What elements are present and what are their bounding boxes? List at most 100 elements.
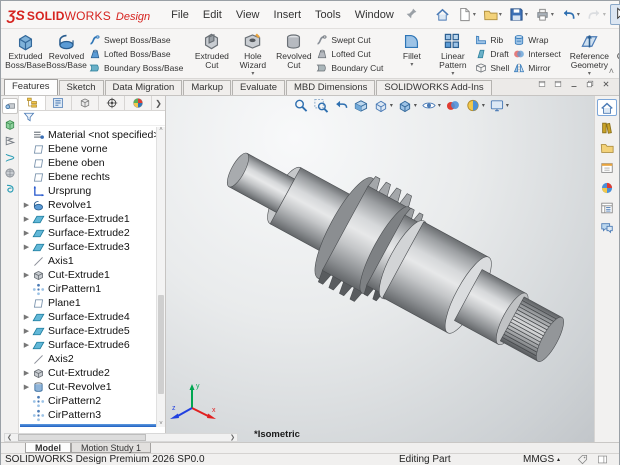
tree-item-surface-extrude2[interactable]: ▶Surface-Extrude2	[19, 226, 156, 240]
tree-item-cut-extrude1[interactable]: ▶Cut-Extrude1	[19, 268, 156, 282]
menu-tools[interactable]: Tools	[308, 5, 348, 25]
linear-pattern-button[interactable]: Linear Pattern▾	[432, 30, 473, 77]
model-3d-gear-shaft[interactable]	[166, 96, 594, 442]
tree-item-cirpattern2[interactable]: CirPattern2	[19, 394, 156, 408]
boundary-cut-button[interactable]: Boundary Cut	[316, 61, 383, 74]
reference-geometry-button[interactable]: Reference Geometry▾	[569, 30, 610, 77]
edit-appearance-button[interactable]	[445, 97, 462, 114]
tree-filter-button[interactable]	[23, 111, 35, 126]
draft-button[interactable]: Draft	[475, 47, 509, 60]
design-library-button[interactable]	[597, 119, 617, 136]
appearances-button[interactable]	[597, 179, 617, 196]
rollback-bar[interactable]	[20, 424, 164, 427]
expand-icon[interactable]: ▶	[21, 327, 32, 335]
select-cursor-button[interactable]: ▾	[610, 4, 620, 25]
expand-icon[interactable]: ▶	[21, 243, 32, 251]
tree-item-cirpattern3[interactable]: CirPattern3	[19, 408, 156, 422]
tree-item-cirpattern1[interactable]: CirPattern1	[19, 282, 156, 296]
scroll-left-icon[interactable]: ❮	[5, 434, 14, 441]
home-button[interactable]	[432, 4, 453, 25]
tab-data-migration[interactable]: Data Migration	[105, 80, 183, 95]
expand-icon[interactable]: ▶	[21, 341, 32, 349]
forum-button[interactable]	[597, 219, 617, 236]
tab-mbd-dimensions[interactable]: MBD Dimensions	[286, 80, 375, 95]
new-document-button[interactable]: ▾	[454, 4, 479, 25]
menu-window[interactable]: Window	[348, 5, 401, 25]
tab-sketch[interactable]: Sketch	[59, 80, 104, 95]
solid-part-button[interactable]	[2, 118, 18, 132]
scroll-right-icon[interactable]: ❯	[228, 434, 237, 441]
unit-system[interactable]: MMGS	[523, 454, 554, 465]
ribbon-collapse-button[interactable]: ˄	[609, 66, 614, 76]
zoom-fit-button[interactable]	[293, 97, 310, 114]
tree-horizontal-scrollbar[interactable]: ❮ ❯	[4, 433, 238, 442]
scrollbar-thumb[interactable]	[18, 434, 146, 441]
extruded-cut-button[interactable]: Extruded Cut	[191, 30, 232, 77]
hide-show-items-button[interactable]: ▾	[421, 97, 442, 114]
tab-motion-study-1[interactable]: Motion Study 1	[71, 443, 151, 453]
extruded-boss-base-button[interactable]: Extruded Boss/Base	[5, 30, 46, 77]
unit-system-dropdown-icon[interactable]: ▴	[557, 454, 560, 465]
tree-item-ebene-vorne[interactable]: Ebene vorne	[19, 142, 156, 156]
apply-scene-button[interactable]: ▾	[465, 97, 486, 114]
tab-overflow-button[interactable]: ❯	[152, 96, 165, 110]
menu-edit[interactable]: Edit	[196, 5, 229, 25]
tab-solidworks-add-ins[interactable]: SOLIDWORKS Add-Ins	[376, 80, 491, 95]
view-palette-button[interactable]	[597, 159, 617, 176]
dimxpert-tab[interactable]	[99, 96, 126, 110]
save-button[interactable]: ▾	[506, 4, 531, 25]
lofted-boss-base-button[interactable]: Lofted Boss/Base	[89, 47, 183, 60]
wrap-button[interactable]: Wrap	[513, 33, 561, 46]
expand-icon[interactable]: ▶	[21, 229, 32, 237]
revolved-cut-button[interactable]: Revolved Cut	[273, 30, 314, 77]
surface-flag-button[interactable]	[2, 134, 18, 148]
doc-close-button[interactable]	[601, 79, 611, 92]
boundary-boss-base-button[interactable]: Boundary Boss/Base	[89, 61, 183, 74]
menu-view[interactable]: View	[229, 5, 267, 25]
fillet-button[interactable]: Fillet▾	[391, 30, 432, 77]
sheet-roll-button[interactable]	[2, 98, 18, 114]
tree-item-revolve1[interactable]: ▶Revolve1	[19, 198, 156, 212]
expand-icon[interactable]: ▶	[21, 215, 32, 223]
tree-item-surface-extrude4[interactable]: ▶Surface-Extrude4	[19, 310, 156, 324]
tp-home-button[interactable]	[597, 99, 617, 116]
tab-evaluate[interactable]: Evaluate	[232, 80, 285, 95]
tree-item-axis2[interactable]: Axis2	[19, 352, 156, 366]
section-view-button[interactable]	[353, 97, 370, 114]
custom-properties-button[interactable]	[597, 199, 617, 216]
spring-curve-button[interactable]	[2, 150, 18, 164]
expand-icon[interactable]: ▶	[21, 383, 32, 391]
displaymanager-tab[interactable]	[125, 96, 152, 110]
zoom-area-button[interactable]	[313, 97, 330, 114]
faceted-sphere-button[interactable]	[2, 166, 18, 180]
rib-button[interactable]: Rib	[475, 33, 509, 46]
open-button[interactable]: ▾	[480, 4, 505, 25]
scroll-down-icon[interactable]: ˅	[157, 421, 165, 427]
lofted-cut-button[interactable]: Lofted Cut	[316, 47, 383, 60]
tree-item-surface-extrude1[interactable]: ▶Surface-Extrude1	[19, 212, 156, 226]
tree-item-surface-extrude3[interactable]: ▶Surface-Extrude3	[19, 240, 156, 254]
print-button[interactable]: ▾	[532, 4, 557, 25]
tree-item-surface-extrude5[interactable]: ▶Surface-Extrude5	[19, 324, 156, 338]
menu-file[interactable]: File	[164, 5, 196, 25]
redo-button[interactable]: ▾	[584, 4, 609, 25]
display-style-button[interactable]: ▾	[397, 97, 418, 114]
expand-icon[interactable]: ▶	[21, 201, 32, 209]
featuremanager-tab[interactable]	[19, 96, 46, 110]
doc-minimize-button[interactable]	[569, 79, 579, 92]
tree-item-plane1[interactable]: Plane1	[19, 296, 156, 310]
swept-boss-base-button[interactable]: Swept Boss/Base	[89, 33, 183, 46]
view-settings-button[interactable]: ▾	[489, 97, 510, 114]
tree-item-ebene-oben[interactable]: Ebene oben	[19, 156, 156, 170]
menu-insert[interactable]: Insert	[267, 5, 309, 25]
intersect-button[interactable]: Intersect	[513, 47, 561, 60]
expand-icon[interactable]: ▶	[21, 271, 32, 279]
tree-item-surface-extrude6[interactable]: ▶Surface-Extrude6	[19, 338, 156, 352]
propertymanager-tab[interactable]	[46, 96, 73, 110]
tree-vertical-scrollbar[interactable]: ˄ ˅	[156, 127, 165, 427]
tree-item-axis1[interactable]: Axis1	[19, 254, 156, 268]
scroll-up-icon[interactable]: ˄	[157, 127, 165, 133]
doc-restore-button[interactable]	[585, 79, 595, 92]
doc-window-button[interactable]	[553, 79, 563, 92]
mirror-button[interactable]: Mirror	[513, 61, 561, 74]
